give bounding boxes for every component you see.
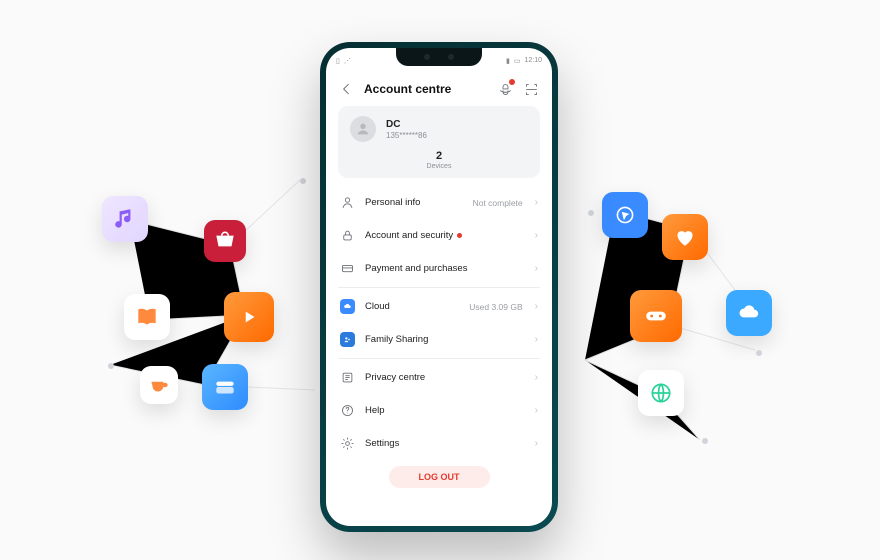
wallet-icon bbox=[202, 364, 248, 410]
devices-label: Devices bbox=[350, 163, 528, 170]
item-label: Family Sharing bbox=[365, 334, 525, 345]
settings-list: Personal info Not complete › Account and… bbox=[338, 186, 540, 460]
item-payment[interactable]: Payment and purchases › bbox=[338, 252, 540, 285]
item-meta: Used 3.09 GB bbox=[469, 302, 522, 312]
item-label: Payment and purchases bbox=[365, 263, 525, 274]
status-time: 12:10 bbox=[524, 57, 542, 64]
device-count: 2 bbox=[350, 150, 528, 162]
notification-button[interactable] bbox=[496, 80, 514, 98]
item-help[interactable]: Help › bbox=[338, 394, 540, 427]
profile-name: DC bbox=[386, 119, 427, 130]
cloud-icon bbox=[726, 290, 772, 336]
network-dot bbox=[756, 350, 762, 356]
chevron-right-icon: › bbox=[535, 438, 538, 449]
phone-frame: ▯ ⋰ ▮ ▭ 12:10 Account centre bbox=[320, 42, 558, 532]
item-cloud[interactable]: Cloud Used 3.09 GB › bbox=[338, 290, 540, 323]
topbar: Account centre bbox=[338, 76, 540, 106]
item-privacy-centre[interactable]: Privacy centre › bbox=[338, 361, 540, 394]
item-family-sharing[interactable]: Family Sharing › bbox=[338, 323, 540, 356]
item-settings[interactable]: Settings › bbox=[338, 427, 540, 460]
item-label: Privacy centre bbox=[365, 372, 525, 383]
item-meta: Not complete bbox=[473, 198, 523, 208]
item-label: Account and security bbox=[365, 230, 525, 241]
page-title: Account centre bbox=[364, 82, 488, 96]
back-button[interactable] bbox=[338, 80, 356, 98]
network-dot bbox=[300, 178, 306, 184]
network-dot bbox=[702, 438, 708, 444]
logout-button[interactable]: LOG OUT bbox=[389, 466, 490, 488]
chevron-right-icon: › bbox=[535, 405, 538, 416]
alert-dot bbox=[457, 233, 462, 238]
music-icon bbox=[102, 196, 148, 242]
stage: ▯ ⋰ ▮ ▭ 12:10 Account centre bbox=[0, 0, 880, 560]
video-icon bbox=[224, 292, 274, 342]
chevron-right-icon: › bbox=[535, 230, 538, 241]
avatar bbox=[350, 116, 376, 142]
privacy-icon bbox=[340, 370, 355, 385]
item-label: Help bbox=[365, 405, 525, 416]
battery-icon: ▭ bbox=[514, 57, 521, 65]
network-dot bbox=[108, 363, 114, 369]
chevron-right-icon: › bbox=[535, 197, 538, 208]
browser-icon bbox=[602, 192, 648, 238]
item-label: Settings bbox=[365, 438, 525, 449]
phone-screen: ▯ ⋰ ▮ ▭ 12:10 Account centre bbox=[326, 48, 552, 526]
chevron-right-icon: › bbox=[535, 301, 538, 312]
help-icon bbox=[340, 403, 355, 418]
gear-icon bbox=[340, 436, 355, 451]
scan-button[interactable] bbox=[522, 80, 540, 98]
cloud-square-icon bbox=[340, 299, 355, 314]
books-icon bbox=[124, 294, 170, 340]
gamecenter-icon bbox=[630, 290, 682, 342]
health-icon bbox=[662, 214, 708, 260]
family-square-icon bbox=[340, 332, 355, 347]
globe-icon bbox=[638, 370, 684, 416]
chevron-right-icon: › bbox=[535, 372, 538, 383]
profile-card[interactable]: DC 135******86 2 Devices bbox=[338, 106, 540, 178]
person-icon bbox=[340, 195, 355, 210]
coffee-icon bbox=[140, 366, 178, 404]
chevron-right-icon: › bbox=[535, 334, 538, 345]
profile-phone: 135******86 bbox=[386, 131, 427, 140]
card-icon bbox=[340, 261, 355, 276]
item-personal-info[interactable]: Personal info Not complete › bbox=[338, 186, 540, 219]
item-account-security[interactable]: Account and security › bbox=[338, 219, 540, 252]
phone-notch bbox=[396, 48, 482, 66]
network-dot bbox=[588, 210, 594, 216]
wifi-icon: ⋰ bbox=[344, 57, 351, 65]
item-label: Cloud bbox=[365, 301, 459, 312]
lock-icon bbox=[340, 228, 355, 243]
sim-icon: ▯ bbox=[336, 57, 340, 65]
chevron-right-icon: › bbox=[535, 263, 538, 274]
appgallery-icon bbox=[204, 220, 246, 262]
signal-icon: ▮ bbox=[506, 57, 510, 65]
item-label: Personal info bbox=[365, 197, 463, 208]
